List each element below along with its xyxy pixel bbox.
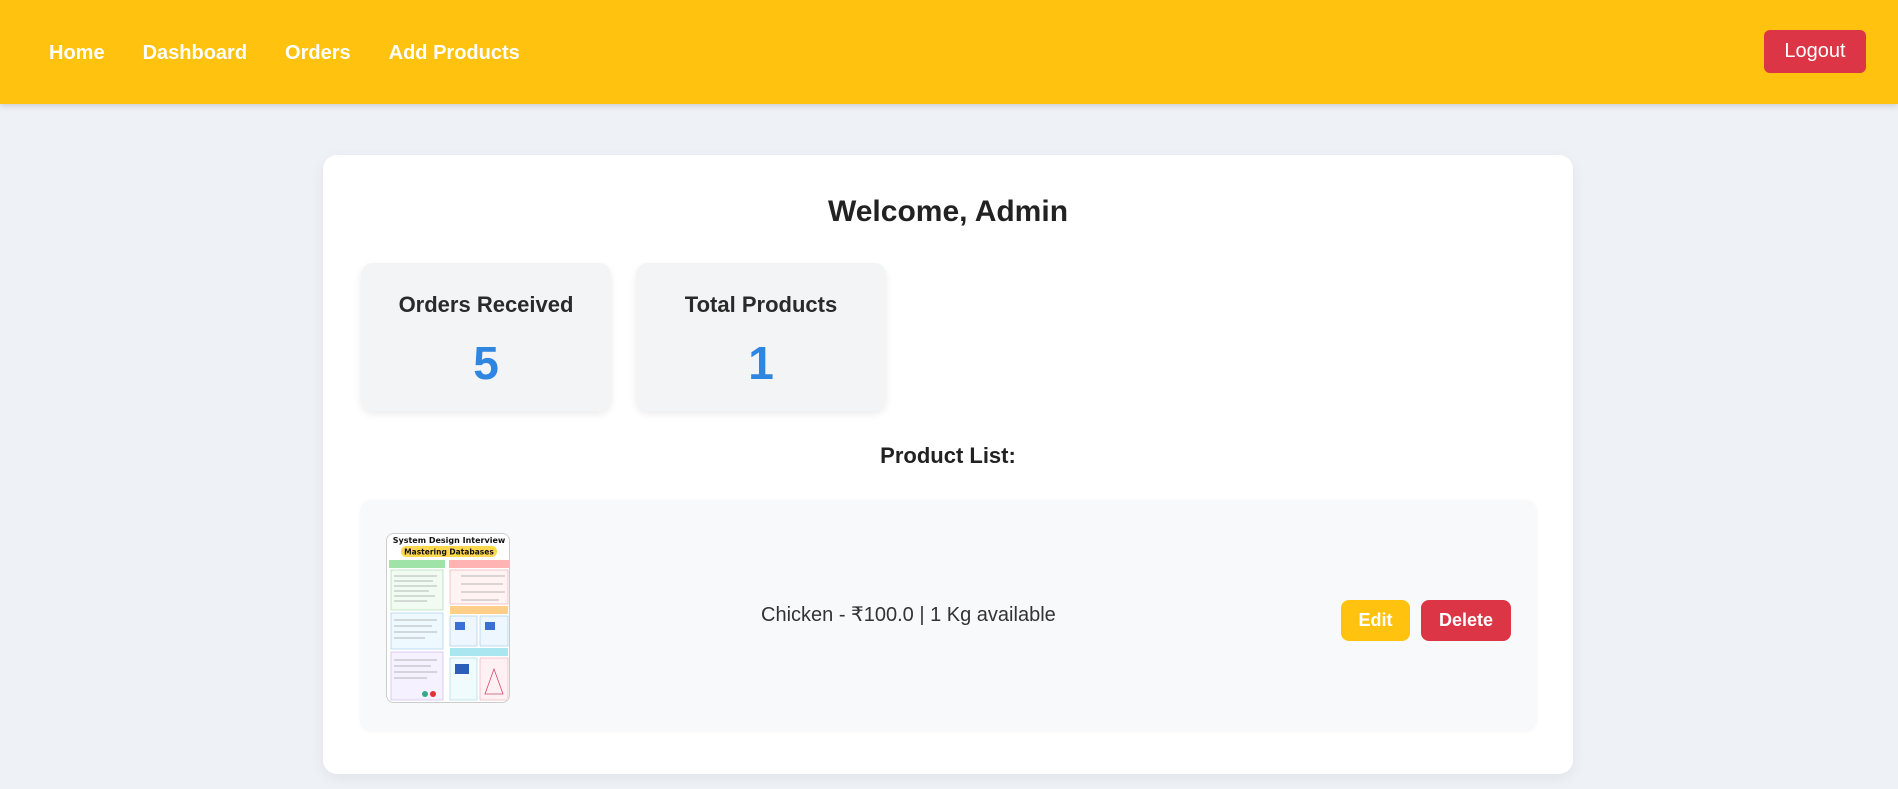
poster-title: System Design Interview <box>393 536 506 545</box>
product-image: System Design Interview Mastering Databa… <box>386 533 510 703</box>
stat-value: 1 <box>748 337 774 389</box>
nav-add-products-link[interactable]: Add Products <box>389 41 520 65</box>
nav-links: Home Dashboard Orders Add Products <box>49 41 558 65</box>
total-products-stat: Total Products 1 <box>636 263 886 411</box>
nav-home-link[interactable]: Home <box>49 41 105 65</box>
nav-dashboard-link[interactable]: Dashboard <box>143 41 247 65</box>
product-image-poster: System Design Interview Mastering Databa… <box>387 534 509 702</box>
product-list-heading: Product List: <box>880 443 1016 468</box>
logout-button[interactable]: Logout <box>1764 30 1866 73</box>
stat-value: 5 <box>473 337 499 389</box>
product-info: Chicken - ₹100.0 | 1 Kg available <box>761 604 1056 626</box>
delete-button[interactable]: Delete <box>1421 600 1511 641</box>
nav-orders-link[interactable]: Orders <box>285 41 351 65</box>
poster-subtitle: Mastering Databases <box>404 548 494 557</box>
welcome-heading: Welcome, Admin <box>827 195 1069 228</box>
orders-received-stat: Orders Received 5 <box>361 263 611 411</box>
stat-title: Total Products <box>684 292 838 317</box>
top-navbar: Home Dashboard Orders Add Products Logou… <box>0 0 1898 104</box>
dashboard-card: Welcome, Admin Orders Received 5 Total P… <box>323 155 1573 774</box>
stat-title: Orders Received <box>398 292 574 317</box>
edit-button[interactable]: Edit <box>1341 600 1410 641</box>
product-list-item: System Design Interview Mastering Databa… <box>361 500 1536 730</box>
